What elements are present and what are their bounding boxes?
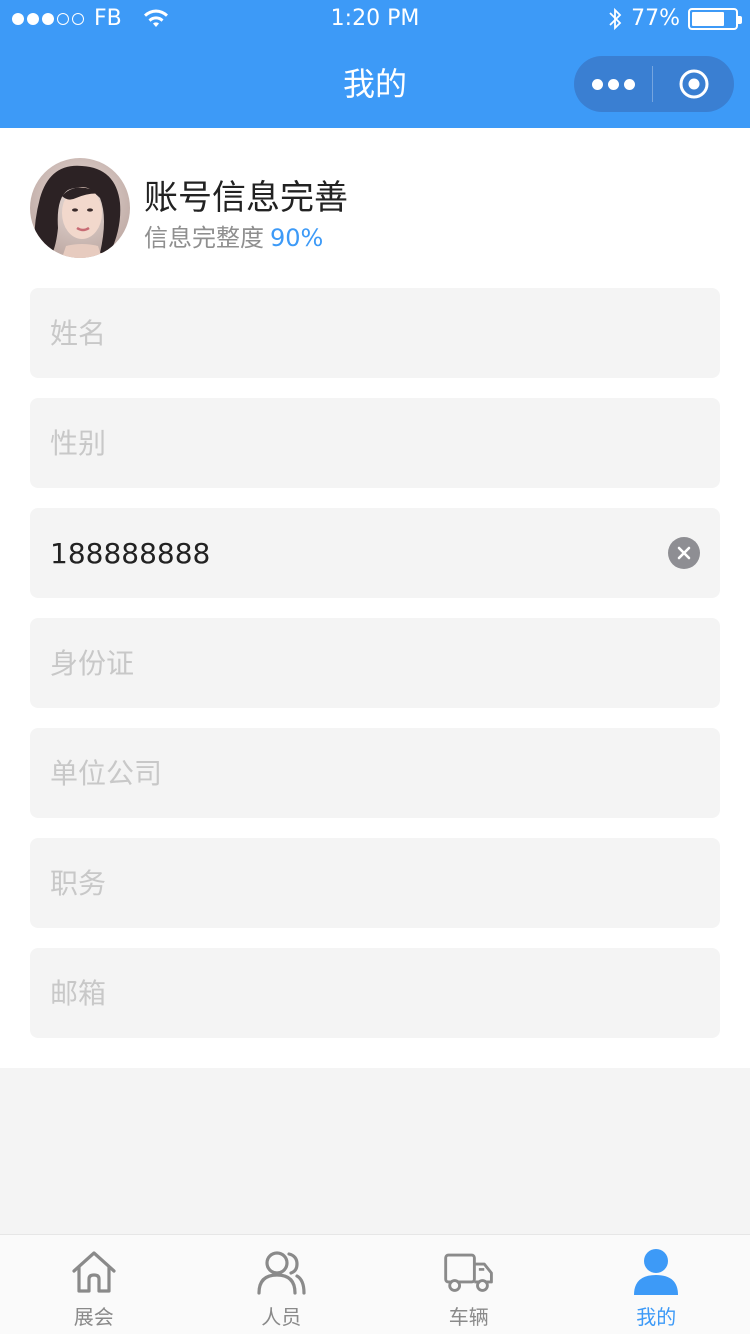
- avatar[interactable]: [30, 158, 130, 258]
- mini-program-capsule: [574, 56, 734, 112]
- profile-title: 账号信息完善: [144, 178, 348, 218]
- tab-label: 展会: [73, 1305, 114, 1329]
- name-field: [30, 288, 720, 378]
- email-input[interactable]: [30, 948, 720, 1038]
- status-bar: FB 1:20 PM 77%: [0, 0, 750, 40]
- close-icon: [677, 546, 691, 560]
- completeness-label: 信息完整度: [144, 224, 264, 252]
- home-icon: [72, 1251, 116, 1293]
- battery-icon: [688, 7, 742, 30]
- completeness-value: 90%: [270, 224, 324, 252]
- user-icon: [634, 1249, 679, 1295]
- id-card-field: [30, 618, 720, 708]
- tab-vehicles[interactable]: 车辆: [375, 1235, 563, 1334]
- position-field: [30, 838, 720, 928]
- phone-field: [30, 508, 720, 598]
- id-card-input[interactable]: [30, 618, 720, 708]
- name-input[interactable]: [30, 288, 720, 378]
- tab-label: 我的: [636, 1305, 677, 1329]
- more-icon: [591, 78, 603, 90]
- phone-input[interactable]: [30, 508, 720, 598]
- position-input[interactable]: [30, 838, 720, 928]
- bluetooth-icon: [609, 7, 622, 30]
- close-button[interactable]: [653, 56, 734, 112]
- tab-exhibition[interactable]: 展会: [0, 1235, 188, 1334]
- profile-card: 账号信息完善 信息完整度 90%: [0, 128, 750, 1068]
- tab-mine[interactable]: 我的: [563, 1235, 750, 1334]
- top-bar: FB 1:20 PM 77% 我的: [0, 0, 750, 128]
- people-icon: [257, 1251, 306, 1295]
- battery-fill: [692, 11, 724, 26]
- more-button[interactable]: [574, 56, 652, 112]
- gender-input[interactable]: [30, 398, 720, 488]
- tab-label: 车辆: [448, 1305, 489, 1329]
- company-field: [30, 728, 720, 818]
- email-field: [30, 948, 720, 1038]
- target-icon: [679, 69, 708, 99]
- status-right: 77%: [607, 6, 742, 31]
- gender-field: [30, 398, 720, 488]
- truck-icon: [444, 1253, 493, 1292]
- avatar-image: [30, 158, 130, 258]
- battery-percent: 77%: [631, 6, 680, 31]
- completeness-info: 信息完整度 90%: [144, 218, 323, 253]
- clear-input-button[interactable]: [668, 537, 700, 569]
- tab-people[interactable]: 人员: [188, 1235, 376, 1334]
- tab-label: 人员: [261, 1305, 302, 1329]
- company-input[interactable]: [30, 728, 720, 818]
- tab-bar: 展会 人员 车辆 我的: [0, 1234, 750, 1334]
